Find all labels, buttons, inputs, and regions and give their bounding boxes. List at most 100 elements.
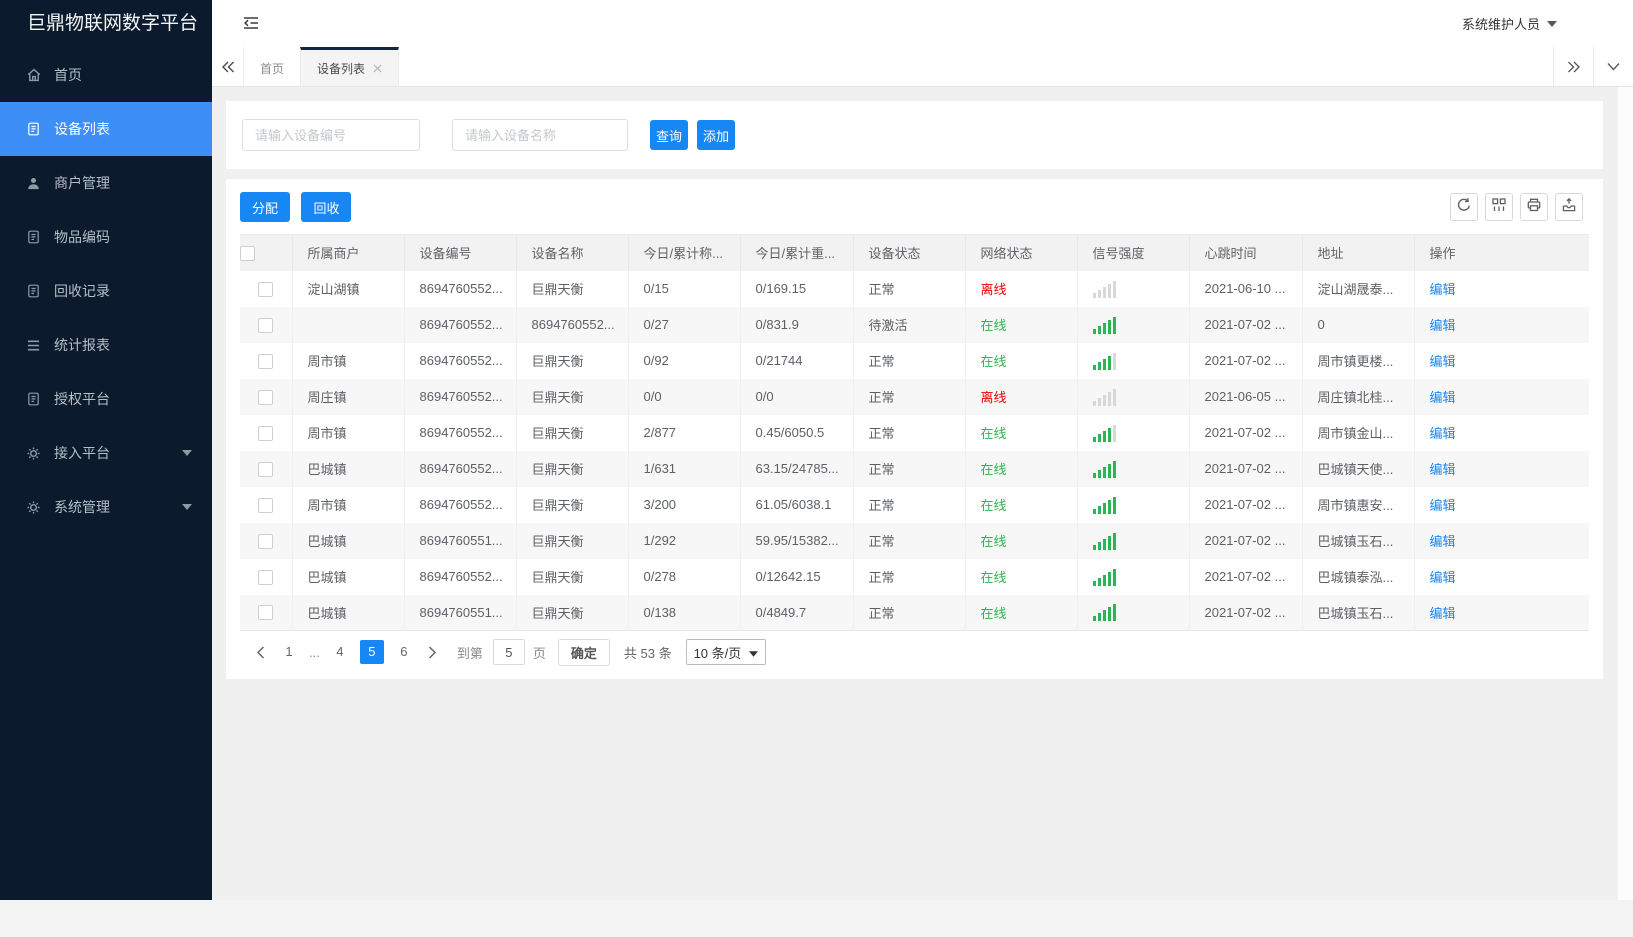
cell-signal — [1077, 522, 1190, 559]
allocate-button[interactable]: 分配 — [240, 192, 291, 222]
cell-network_status: 离线 — [965, 378, 1078, 415]
row-checkbox[interactable] — [258, 533, 274, 549]
edit-link[interactable]: 编辑 — [1430, 498, 1456, 513]
row-checkbox[interactable] — [258, 569, 274, 585]
content-scrollbar[interactable] — [1617, 87, 1633, 900]
export-icon — [1561, 197, 1577, 218]
row-checkbox[interactable] — [258, 497, 274, 513]
sidebar-item-label: 回收记录 — [54, 283, 110, 299]
cell-address: 周市镇金山... — [1302, 414, 1415, 451]
toolbar-print-button[interactable] — [1520, 193, 1548, 221]
cell-heartbeat: 2021-07-02 ... — [1189, 558, 1303, 595]
page-ellipsis: ... — [309, 644, 320, 660]
row-checkbox[interactable] — [258, 461, 274, 477]
sidebar-item-statistics-report[interactable]: 统计报表 — [0, 318, 212, 372]
tabs: 首页 设备列表 — [244, 47, 400, 86]
user-menu[interactable]: 系统维护人员 — [1462, 0, 1557, 47]
edit-link[interactable]: 编辑 — [1430, 426, 1456, 441]
docform-icon — [25, 391, 42, 408]
row-checkbox[interactable] — [258, 389, 274, 405]
page-button-1[interactable]: 1 — [277, 640, 301, 664]
page-button-4[interactable]: 4 — [328, 640, 352, 664]
toolbar-export-button[interactable] — [1555, 193, 1583, 221]
print-icon — [1526, 197, 1542, 218]
sidebar-item-access-platform[interactable]: 接入平台 — [0, 426, 212, 480]
network-status-badge: 离线 — [980, 390, 1007, 405]
column-header-device_status: 设备状态 — [853, 234, 966, 271]
row-checkbox[interactable] — [258, 281, 274, 297]
add-button[interactable]: 添加 — [697, 120, 735, 150]
table-row: 巴城镇 8694760552... 巨鼎天衡 1/631 63.15/24785... 正… — [240, 450, 1589, 487]
edit-link[interactable]: 编辑 — [1430, 390, 1456, 405]
cell-heartbeat: 2021-07-02 ... — [1189, 522, 1303, 559]
cell-signal — [1077, 378, 1190, 415]
cell-action: 编辑 — [1414, 306, 1589, 343]
sidebar-item-recycle-records[interactable]: 回收记录 — [0, 264, 212, 318]
edit-link[interactable]: 编辑 — [1430, 606, 1456, 621]
sidebar-item-device-list[interactable]: 设备列表 — [0, 102, 212, 156]
tab-device-list[interactable]: 设备列表 — [300, 47, 400, 86]
search-panel: 查询 添加 — [226, 101, 1603, 169]
sidebar-item-authorization-platform[interactable]: 授权平台 — [0, 372, 212, 426]
select-all-checkbox[interactable] — [240, 245, 255, 261]
tabs-scroll-left-icon[interactable] — [212, 47, 244, 86]
bottom-strip — [0, 900, 1633, 937]
page-button-6[interactable]: 6 — [392, 640, 416, 664]
cell-merchant: 巴城镇 — [292, 558, 405, 595]
caret-down-icon — [1547, 20, 1557, 27]
sidebar-item-system-management[interactable]: 系统管理 — [0, 480, 212, 534]
cell-checkbox — [240, 522, 293, 559]
docform-icon — [25, 121, 42, 138]
tabs-menu-icon[interactable] — [1593, 47, 1633, 86]
row-checkbox[interactable] — [258, 317, 274, 333]
close-tab-icon[interactable] — [373, 63, 382, 73]
row-checkbox[interactable] — [258, 425, 274, 441]
cell-address: 巴城镇玉石... — [1302, 522, 1415, 559]
edit-link[interactable]: 编辑 — [1430, 354, 1456, 369]
toolbar-columns-button[interactable] — [1485, 193, 1513, 221]
toolbar-refresh-button[interactable] — [1450, 193, 1478, 221]
page-button-5[interactable]: 5 — [359, 640, 384, 664]
edit-link[interactable]: 编辑 — [1430, 462, 1456, 477]
page-size-value: 10 条/页 — [693, 645, 742, 661]
column-header-address: 地址 — [1302, 234, 1415, 271]
confirm-page-button[interactable]: 确定 — [557, 638, 610, 666]
table-row: 周庄镇 8694760552... 巨鼎天衡 0/0 0/0 正常 离线 2021-06-05… — [240, 378, 1589, 415]
sidebar: 巨鼎物联网数字平台 首页 设备列表 商户管理 物品编码 回收记录 统计报表 授权平台 接入平台… — [0, 0, 212, 900]
sidebar-item-merchant-management[interactable]: 商户管理 — [0, 156, 212, 210]
collapse-sidebar-icon[interactable] — [242, 15, 260, 31]
cell-today_weight: 0/831.9 — [740, 306, 854, 343]
sidebar-item-home[interactable]: 首页 — [0, 48, 212, 102]
cell-heartbeat: 2021-07-02 ... — [1189, 594, 1303, 631]
top-header: 系统维护人员 — [212, 0, 1633, 47]
edit-link[interactable]: 编辑 — [1430, 534, 1456, 549]
edit-link[interactable]: 编辑 — [1430, 282, 1456, 297]
query-button[interactable]: 查询 — [650, 120, 688, 150]
cell-checkbox — [240, 306, 293, 343]
cell-checkbox — [240, 342, 293, 379]
page-list: 1... 4 5 6 — [273, 640, 420, 664]
next-page-icon[interactable] — [420, 645, 445, 659]
column-header-device_no: 设备编号 — [404, 234, 517, 271]
main-content: 查询 添加 分配 回收 所属商户设备编号设备名称今日/累计称...今日/累计重.… — [212, 87, 1617, 900]
prev-page-icon[interactable] — [248, 645, 273, 659]
tabs-scroll-right-icon[interactable] — [1553, 47, 1593, 86]
row-checkbox[interactable] — [258, 605, 274, 621]
edit-link[interactable]: 编辑 — [1430, 318, 1456, 333]
app-window: 巨鼎物联网数字平台 首页 设备列表 商户管理 物品编码 回收记录 统计报表 授权平台 接入平台… — [0, 0, 1633, 937]
caret-down-icon — [182, 450, 192, 456]
device-name-input[interactable] — [452, 119, 628, 151]
sidebar-item-item-coding[interactable]: 物品编码 — [0, 210, 212, 264]
network-status-badge: 在线 — [980, 318, 1007, 333]
edit-link[interactable]: 编辑 — [1430, 570, 1456, 585]
page-size-select[interactable]: 10 条/页 — [685, 639, 767, 665]
row-checkbox[interactable] — [258, 353, 274, 369]
cell-checkbox — [240, 270, 293, 307]
cell-device_name: 巨鼎天衡 — [516, 594, 629, 631]
device-no-input[interactable] — [242, 119, 420, 151]
goto-page-input[interactable] — [492, 639, 525, 665]
cell-signal — [1077, 342, 1190, 379]
tab-home[interactable]: 首页 — [244, 47, 300, 86]
recycle-button[interactable]: 回收 — [301, 192, 352, 222]
cell-today_weight: 59.95/15382... — [740, 522, 854, 559]
